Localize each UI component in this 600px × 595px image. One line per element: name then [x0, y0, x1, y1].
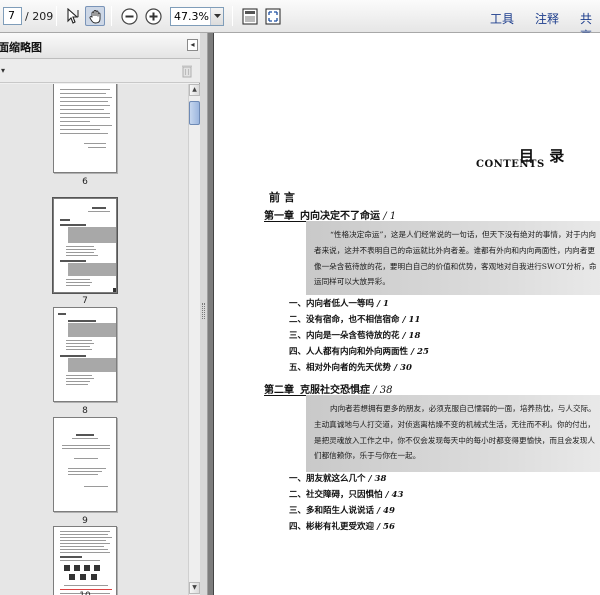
thumbnail-scrollbar[interactable]: ▲ ▼: [188, 84, 200, 595]
hand-tool-icon[interactable]: [85, 6, 105, 26]
chapter-summary: 内向者若想拥有更多的朋友，必须克服自己懦弱的一面，培养热忱，与人交际。主动真诚地…: [306, 395, 600, 472]
toc-item-text: 五、相对外向者的先天优势: [289, 363, 392, 373]
toc-item-page: / 56: [376, 522, 395, 532]
toolbar: 7 / 209 47.3% 工具 注释 共享: [0, 0, 600, 43]
toc-item-text: 四、人人都有内向和外向两面性: [289, 347, 409, 357]
thumbnail-list: 6 7 8 9: [0, 84, 188, 595]
chevron-down-icon[interactable]: [210, 8, 223, 25]
toc-item-page: / 1: [376, 299, 389, 309]
scroll-down-icon[interactable]: ▼: [189, 582, 200, 594]
toolbar-separator: [56, 6, 57, 26]
toolbar-separator: [232, 6, 233, 26]
toc-item[interactable]: 一、内向者低人一等吗 / 1: [289, 297, 389, 309]
thumbnail-label: 10: [53, 591, 117, 595]
scroll-thumb[interactable]: [189, 101, 200, 125]
page-thumbnail[interactable]: [53, 526, 117, 595]
toc-item-text: 二、社交障碍，只因惧怕: [289, 490, 383, 500]
thumbnail-sidebar: 页面缩略图 ◂ ▾: [0, 33, 200, 595]
toc-item[interactable]: 五、相对外向者的先天优势 / 30: [289, 361, 412, 373]
toc-item-text: 四、彬彬有礼更受欢迎: [289, 522, 375, 532]
thumbnail-label: 8: [82, 406, 88, 416]
toc-item-text: 二、没有宿命，也不相信宿命: [289, 315, 400, 325]
toc-item-page: / 11: [402, 315, 421, 325]
thumbnail-label: 7: [82, 296, 88, 306]
collapse-sidebar-button[interactable]: ◂: [187, 39, 198, 51]
preface-heading: 前 言: [269, 191, 295, 204]
page-number-input[interactable]: 7: [3, 7, 22, 25]
page-thumbnail[interactable]: [53, 307, 117, 402]
trash-icon[interactable]: [181, 63, 193, 82]
thumbnail-label: 6: [82, 177, 88, 187]
toc-item-text: 一、内向者低人一等吗: [289, 299, 375, 309]
toc-item-page: / 49: [376, 506, 395, 516]
toc-item[interactable]: 三、内向是一朵含苞待放的花 / 18: [289, 329, 420, 341]
scroll-up-icon[interactable]: ▲: [189, 84, 200, 96]
zoom-out-icon[interactable]: [119, 6, 139, 26]
pdf-reader-window: 7 / 209 47.3% 工具 注释 共享: [0, 0, 600, 595]
fit-page-icon[interactable]: [240, 6, 260, 26]
chapter-summary: “性格决定命运”，这是人们经常说的一句话，但天下没有绝对的事情，对于内向者来说，…: [306, 221, 600, 295]
toc-item[interactable]: 三、多和陌生人说说话 / 49: [289, 504, 395, 516]
pane-splitter[interactable]: [200, 33, 208, 595]
toc-item[interactable]: 四、彬彬有礼更受欢迎 / 56: [289, 520, 395, 532]
toc-item-page: / 18: [402, 331, 421, 341]
toc-item-page: / 38: [368, 474, 387, 484]
toolbar-separator: [111, 6, 112, 26]
toc-item[interactable]: 一、朋友就这么几个 / 38: [289, 472, 386, 484]
toc-item[interactable]: 四、人人都有内向和外向两面性 / 25: [289, 345, 429, 357]
toc-item-text: 三、多和陌生人说说话: [289, 506, 375, 516]
toc-item[interactable]: 二、社交障碍，只因惧怕 / 43: [289, 488, 403, 500]
sidebar-options-bar: ▾: [0, 59, 200, 83]
select-cursor-icon[interactable]: [63, 6, 83, 26]
full-screen-icon[interactable]: [263, 6, 283, 26]
sidebar-title: 页面缩略图: [0, 41, 42, 54]
zoom-level-value: 47.3%: [174, 10, 209, 23]
page-thumbnail[interactable]: [53, 417, 117, 512]
splitter-grip-icon: [202, 303, 205, 319]
comment-link[interactable]: 注释: [535, 10, 559, 27]
toc-item-page: / 43: [385, 490, 404, 500]
options-dropdown-icon[interactable]: ▾: [1, 66, 5, 75]
chapter-heading: 第二章 克服社交恐惧症 / 38: [264, 381, 392, 396]
toc-subtitle: CONTENTS: [476, 159, 545, 170]
zoom-level-select[interactable]: 47.3%: [170, 7, 224, 26]
thumbnail-label: 9: [82, 516, 88, 526]
toc-item-text: 一、朋友就这么几个: [289, 474, 366, 484]
toc-item[interactable]: 二、没有宿命，也不相信宿命 / 11: [289, 313, 420, 325]
tools-link[interactable]: 工具: [490, 10, 514, 27]
toc-item-text: 三、内向是一朵含苞待放的花: [289, 331, 400, 341]
page-thumbnail-current[interactable]: [52, 197, 118, 294]
toc-item-page: / 30: [393, 363, 412, 373]
chapter-heading: 第一章 内向决定不了命运 / 1: [264, 207, 396, 222]
sidebar-header: 页面缩略图 ◂: [0, 33, 200, 59]
zoom-in-icon[interactable]: [143, 6, 163, 26]
page-total: / 209: [25, 10, 54, 23]
page-thumbnail[interactable]: [53, 84, 117, 173]
document-view[interactable]: 目 录 CONTENTS 前 言 第一章 内向决定不了命运 / 1 “性格决定命运…: [208, 33, 600, 595]
document-page: 目 录 CONTENTS 前 言 第一章 内向决定不了命运 / 1 “性格决定命运…: [213, 33, 600, 595]
toc-item-page: / 25: [410, 347, 429, 357]
